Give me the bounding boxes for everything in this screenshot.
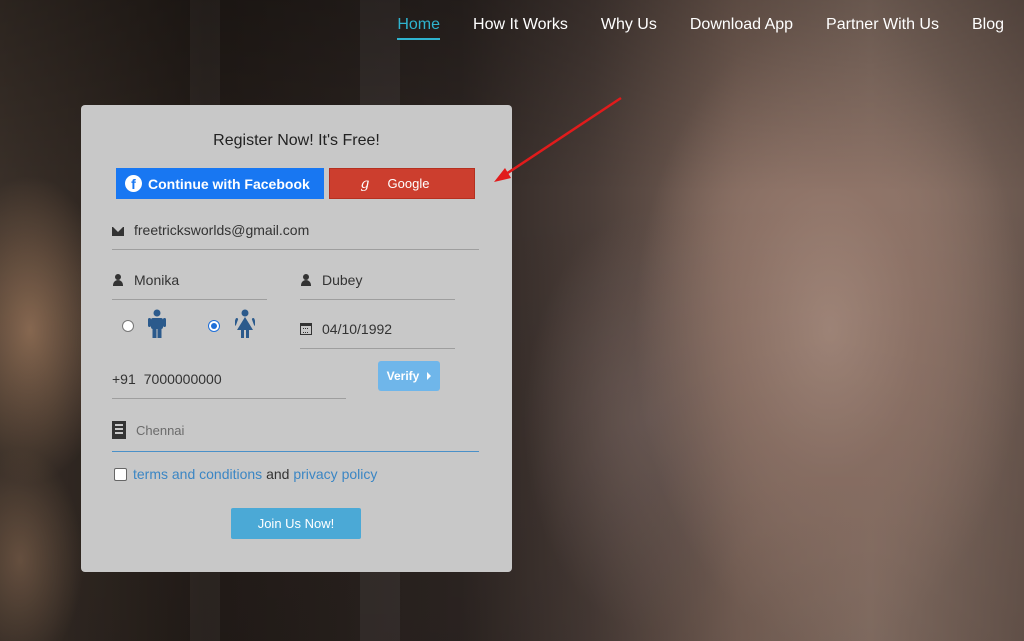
- terms-checkbox[interactable]: [114, 468, 127, 481]
- privacy-link[interactable]: privacy policy: [293, 466, 377, 482]
- facebook-login-button[interactable]: f Continue with Facebook: [116, 168, 324, 199]
- terms-text: terms and conditions and privacy policy: [133, 466, 377, 482]
- male-icon: [148, 309, 166, 338]
- nav-blog[interactable]: Blog: [972, 16, 1004, 40]
- nav-home[interactable]: Home: [397, 16, 440, 40]
- facebook-login-label: Continue with Facebook: [148, 175, 310, 192]
- user-icon: [112, 274, 124, 286]
- female-icon: [235, 309, 255, 338]
- register-form: Register Now! It's Free! f Continue with…: [81, 105, 512, 572]
- last-name-field[interactable]: Dubey: [300, 272, 455, 300]
- google-login-button[interactable]: g Google: [329, 168, 475, 199]
- gender-female-radio[interactable]: [208, 320, 220, 332]
- facebook-icon: f: [125, 175, 142, 192]
- nav-partner-with-us[interactable]: Partner With Us: [826, 16, 939, 40]
- form-title: Register Now! It's Free!: [213, 132, 380, 149]
- google-login-label: Google: [387, 176, 430, 191]
- terms-and: and: [266, 466, 290, 482]
- email-value: freetricksworlds@gmail.com: [134, 222, 310, 238]
- envelope-icon: [112, 226, 124, 236]
- city-field[interactable]: Chennai: [112, 421, 479, 452]
- nav-download-app[interactable]: Download App: [690, 16, 793, 40]
- email-field[interactable]: freetricksworlds@gmail.com: [112, 222, 479, 250]
- last-name-value: Dubey: [322, 272, 363, 288]
- verify-label: Verify: [386, 369, 420, 383]
- gender-male-radio[interactable]: [122, 320, 134, 332]
- phone-field[interactable]: +91 7000000000: [112, 371, 346, 399]
- nav-how-it-works[interactable]: How It Works: [473, 16, 568, 40]
- verify-button[interactable]: Verify: [378, 361, 440, 391]
- first-name-field[interactable]: Monika: [112, 272, 267, 300]
- nav-why-us[interactable]: Why Us: [601, 16, 657, 40]
- user-icon: [300, 274, 312, 286]
- dob-field[interactable]: 04/10/1992: [300, 321, 455, 349]
- google-icon: g: [360, 175, 370, 192]
- building-icon: [112, 421, 126, 439]
- top-nav: Home How It Works Why Us Download App Pa…: [397, 16, 1004, 40]
- calendar-icon: [300, 323, 312, 335]
- city-placeholder: Chennai: [136, 422, 185, 438]
- phone-value: 7000000000: [143, 371, 222, 387]
- terms-link[interactable]: terms and conditions: [133, 466, 262, 482]
- caret-right-icon: [427, 372, 432, 380]
- phone-country-code: +91: [112, 371, 136, 387]
- join-button[interactable]: Join Us Now!: [231, 508, 361, 539]
- first-name-value: Monika: [134, 272, 180, 288]
- dob-value: 04/10/1992: [322, 321, 393, 337]
